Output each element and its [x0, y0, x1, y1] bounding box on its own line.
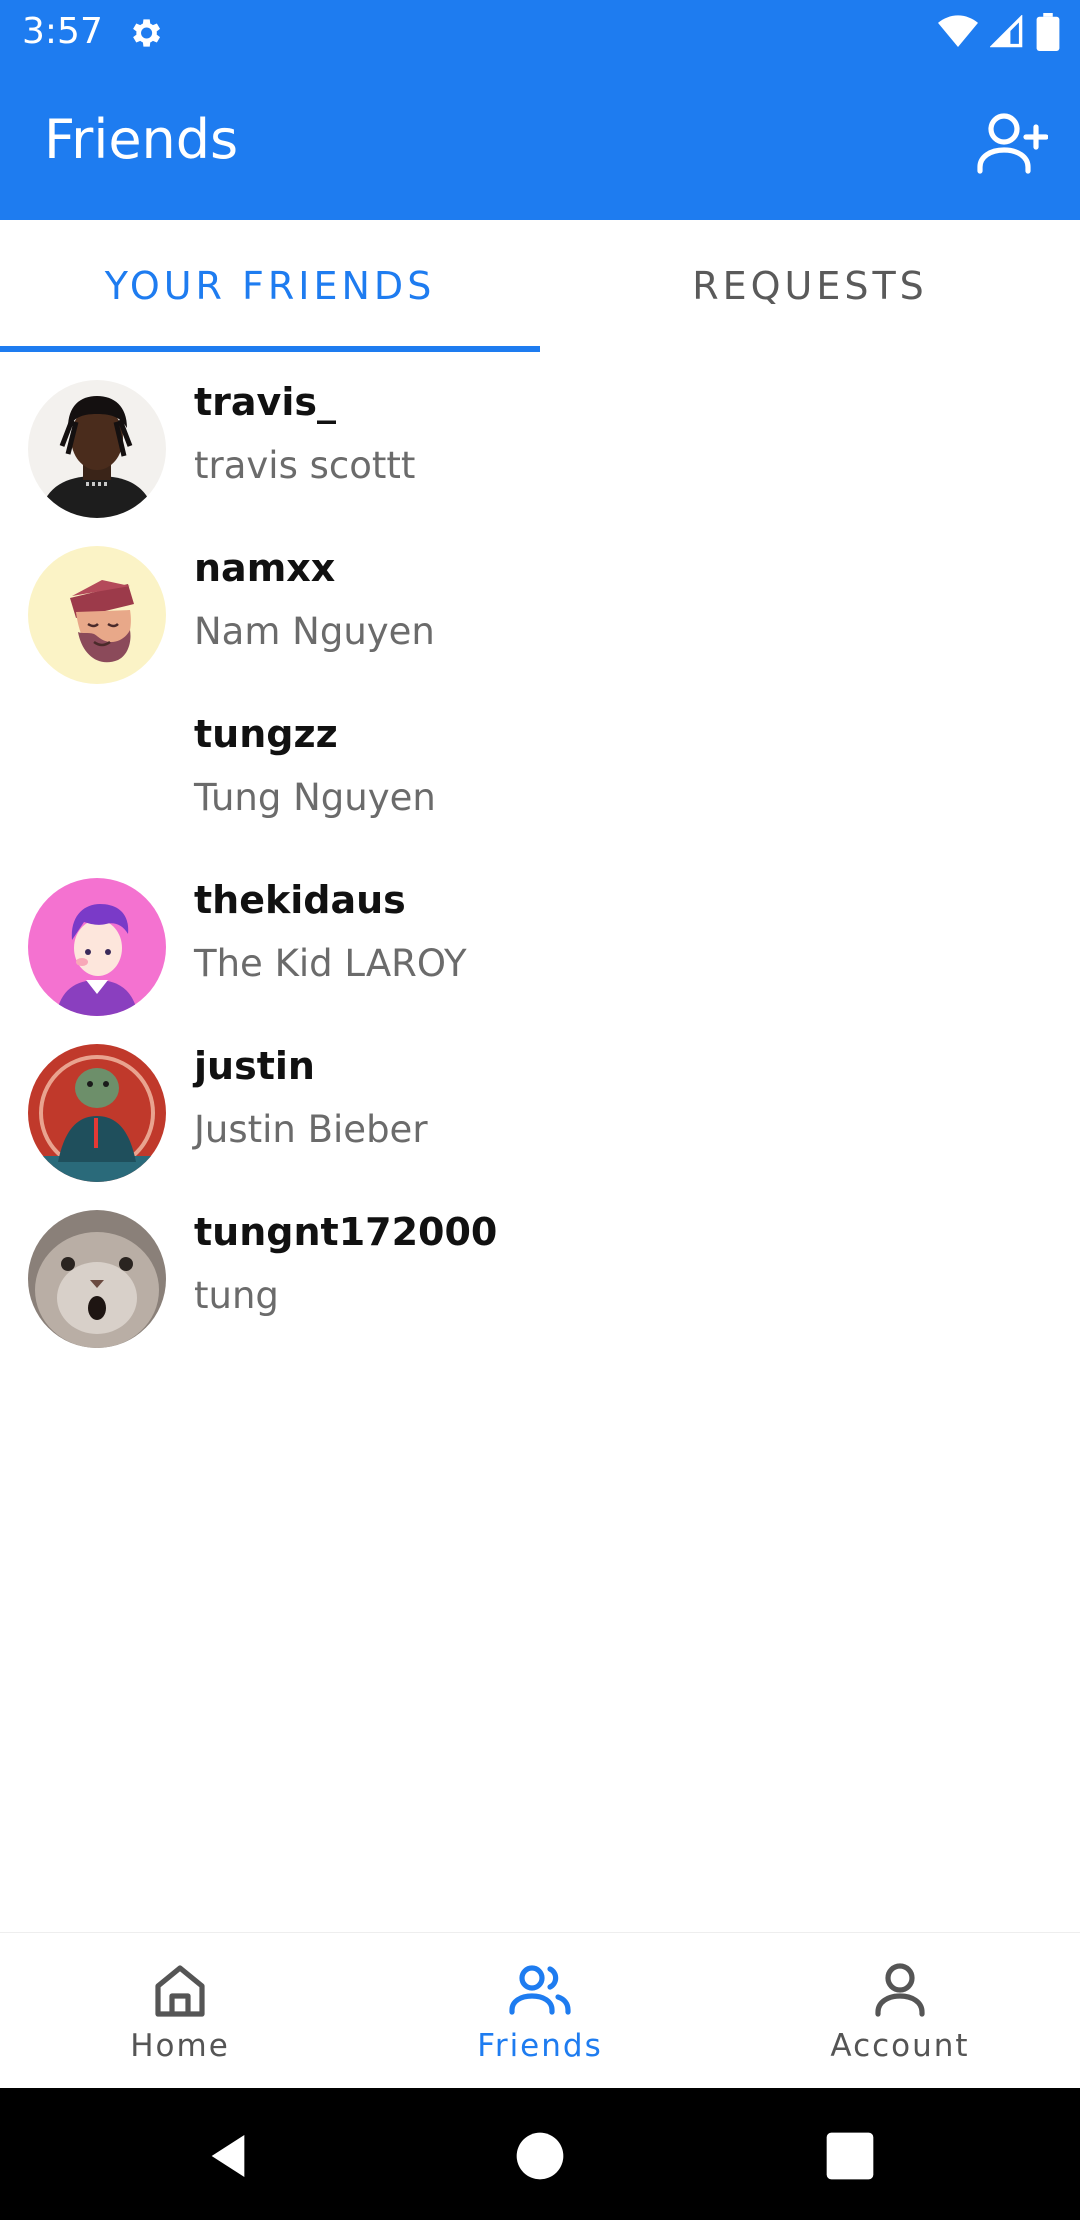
- friend-name: The Kid LAROY: [194, 942, 467, 985]
- battery-icon: [1036, 13, 1060, 51]
- status-time: 3:57: [22, 11, 103, 52]
- nav-friends[interactable]: Friends: [360, 1933, 720, 2089]
- status-bar: 3:57: [0, 0, 1080, 64]
- friend-name: Nam Nguyen: [194, 610, 435, 653]
- home-button-icon[interactable]: [512, 2128, 568, 2184]
- status-icons: [938, 12, 1060, 52]
- page-title: Friends: [44, 108, 239, 171]
- list-item[interactable]: tungnt172000 tung: [0, 1200, 1080, 1366]
- list-item[interactable]: justin Justin Bieber: [0, 1034, 1080, 1200]
- tab-label: YOUR FRIENDS: [104, 264, 436, 308]
- back-icon[interactable]: [200, 2128, 256, 2184]
- friend-username: travis_: [194, 380, 336, 424]
- bottom-nav: Home Friends Account: [0, 1932, 1080, 2089]
- friend-username: thekidaus: [194, 878, 406, 922]
- avatar: [28, 712, 166, 850]
- avatar: [28, 1044, 166, 1182]
- tab-label: REQUESTS: [692, 264, 928, 308]
- tab-indicator: [0, 346, 540, 352]
- avatar: [28, 878, 166, 1016]
- nav-label: Account: [830, 2028, 970, 2064]
- friend-name: Justin Bieber: [194, 1108, 428, 1151]
- signal-icon: [990, 15, 1023, 48]
- tab-your-friends[interactable]: YOUR FRIENDS: [0, 220, 540, 352]
- friend-username: justin: [194, 1044, 315, 1088]
- list-item[interactable]: tungzz Tung Nguyen: [0, 702, 1080, 868]
- tab-bar: YOUR FRIENDS REQUESTS: [0, 220, 1080, 352]
- avatar: [28, 546, 166, 684]
- nav-home[interactable]: Home: [0, 1933, 360, 2089]
- nav-label: Friends: [477, 2028, 603, 2064]
- friend-name: tung: [194, 1274, 279, 1317]
- nav-label: Home: [130, 2028, 230, 2064]
- friend-username: tungzz: [194, 712, 338, 756]
- friend-name: travis scottt: [194, 444, 416, 487]
- nav-account[interactable]: Account: [720, 1933, 1080, 2089]
- account-icon: [875, 1963, 925, 2017]
- friend-list: travis_ travis scottt namxx Nam Nguyen t…: [0, 370, 1080, 1366]
- friend-username: namxx: [194, 546, 336, 590]
- recents-icon[interactable]: [822, 2128, 878, 2184]
- list-item[interactable]: namxx Nam Nguyen: [0, 536, 1080, 702]
- list-item[interactable]: thekidaus The Kid LAROY: [0, 868, 1080, 1034]
- friend-username: tungnt172000: [194, 1210, 498, 1254]
- friend-name: Tung Nguyen: [194, 776, 436, 819]
- avatar: [28, 380, 166, 518]
- wifi-icon: [938, 15, 978, 48]
- system-nav-bar: [0, 2088, 1080, 2220]
- app-bar: Friends: [0, 64, 1080, 220]
- avatar: [28, 1210, 166, 1348]
- add-person-icon: [977, 113, 1048, 174]
- friends-icon: [509, 1965, 571, 2015]
- home-icon: [155, 1965, 205, 2017]
- add-friend-button[interactable]: [974, 108, 1050, 178]
- gear-icon: [133, 19, 161, 47]
- tab-requests[interactable]: REQUESTS: [540, 220, 1080, 352]
- list-item[interactable]: travis_ travis scottt: [0, 370, 1080, 536]
